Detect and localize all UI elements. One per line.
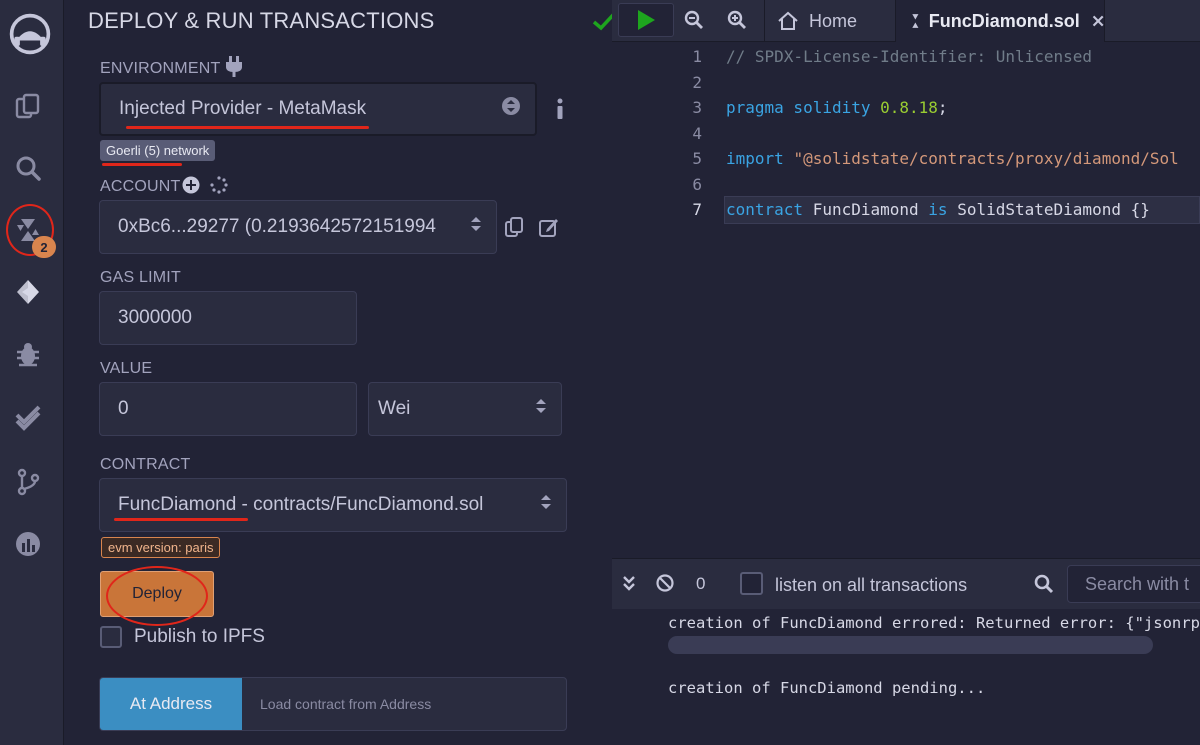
listen-checkbox[interactable] [740, 572, 763, 595]
deploy-annotation-circle [106, 566, 208, 626]
search-icon [1034, 574, 1054, 599]
contract-underline [114, 518, 248, 521]
zoom-out-icon[interactable] [684, 10, 704, 35]
debugger-icon[interactable] [8, 334, 48, 374]
contract-path: - contracts/FuncDiamond.sol [236, 494, 484, 515]
gas-limit-input[interactable]: 3000000 [99, 291, 357, 345]
git-branch-icon[interactable] [8, 462, 48, 502]
collapse-terminal-icon[interactable] [622, 575, 636, 596]
testing-check-icon[interactable] [8, 396, 48, 436]
line-number: 3 [692, 98, 702, 117]
line-number: 1 [692, 47, 702, 66]
value-input[interactable]: 0 [99, 382, 357, 436]
add-account-icon[interactable] [182, 176, 200, 199]
edit-icon[interactable] [538, 216, 560, 243]
environment-label: ENVIRONMENT [100, 60, 221, 77]
home-icon [778, 11, 798, 30]
line-number: 4 [692, 124, 702, 143]
code-line-5: import "@solidstate/contracts/proxy/diam… [726, 149, 1179, 168]
analytics-chart-icon[interactable] [8, 524, 48, 564]
close-icon [1092, 15, 1104, 27]
panel-title: DEPLOY & RUN TRANSACTIONS [88, 8, 435, 33]
load-contract-input[interactable]: Load contract from Address [260, 678, 431, 730]
value-label: VALUE [100, 360, 153, 377]
deploy-run-icon[interactable] [8, 272, 48, 312]
solidity-file-icon [912, 14, 919, 28]
code-line-1: // SPDX-License-Identifier: Unlicensed [726, 47, 1093, 66]
plug-icon [224, 56, 244, 83]
terminal-panel: 0 listen on all transactions Search with… [612, 558, 1200, 745]
clear-console-icon[interactable] [656, 574, 674, 597]
search-icon[interactable] [8, 148, 48, 188]
value-unit: Wei [378, 398, 411, 419]
code-line-3: pragma solidity 0.8.18; [726, 98, 948, 117]
pending-tx-count: 0 [696, 574, 706, 593]
at-address-button[interactable]: At Address [100, 678, 242, 730]
notification-badge: 2 [32, 236, 56, 258]
log-pending-line: creation of FuncDiamond pending... [668, 679, 986, 697]
deploy-panel: DEPLOY & RUN TRANSACTIONS ENVIRONMENT In… [64, 0, 672, 745]
account-label: ACCOUNT [100, 178, 181, 195]
environment-underline [126, 126, 369, 129]
select-arrows-icon [501, 96, 521, 122]
select-arrows-icon [540, 493, 552, 517]
zoom-in-icon[interactable] [727, 10, 747, 35]
copy-icon[interactable] [504, 216, 524, 243]
at-address-group: At Address Load contract from Address [99, 677, 567, 731]
gas-limit-label: GAS LIMIT [100, 269, 181, 286]
contract-select[interactable]: FuncDiamond - contracts/FuncDiamond.sol [99, 478, 567, 532]
icon-rail: 2 [0, 0, 64, 745]
terminal-toolbar: 0 listen on all transactions Search with… [612, 559, 1200, 609]
tab-home-label: Home [809, 10, 858, 31]
line-number: 2 [692, 73, 702, 92]
line-number: 5 [692, 149, 702, 168]
network-badge: Goerli (5) network [100, 140, 216, 161]
contract-name: FuncDiamond [118, 494, 237, 515]
tab-funcdiamond-label: FuncDiamond.sol [928, 10, 1080, 31]
value-unit-select[interactable]: Wei [368, 382, 562, 436]
publish-ipfs-label: Publish to IPFS [134, 626, 265, 647]
log-error-line: creation of FuncDiamond errored: Returne… [668, 614, 1200, 632]
log-progress-bar [668, 636, 1153, 654]
evm-version-badge: evm version: paris [101, 537, 221, 558]
environment-value: Injected Provider - MetaMask [119, 98, 367, 119]
tab-funcdiamond[interactable]: FuncDiamond.sol [895, 0, 1105, 42]
play-icon [638, 10, 655, 30]
loading-spinner-icon [210, 176, 228, 199]
line-number: 6 [692, 175, 702, 194]
run-script-button[interactable] [618, 3, 674, 37]
select-arrows-icon [470, 215, 482, 239]
contract-label: CONTRACT [100, 456, 191, 473]
info-icon[interactable] [554, 98, 566, 120]
publish-ipfs-checkbox[interactable] [100, 626, 122, 648]
terminal-search-input[interactable]: Search with t [1067, 565, 1200, 603]
account-select[interactable]: 0xBc6...29277 (0.2193642572151994 [99, 200, 497, 254]
network-underline [102, 163, 182, 166]
select-arrows-icon [535, 397, 547, 421]
code-line-7: contract FuncDiamond is SolidStateDiamon… [726, 200, 1150, 219]
account-value: 0xBc6...29277 (0.2193642572151994 [118, 216, 436, 237]
file-explorer-icon[interactable] [8, 86, 48, 126]
listen-label: listen on all transactions [775, 575, 968, 595]
editor-toolbar: Home FuncDiamond.sol [612, 0, 1200, 42]
tab-home[interactable]: Home [764, 0, 894, 42]
remix-logo-icon[interactable] [4, 8, 56, 60]
code-editor: Home FuncDiamond.sol 1 2 3 4 5 6 7 // SP… [612, 0, 1200, 558]
line-number: 7 [692, 200, 702, 219]
